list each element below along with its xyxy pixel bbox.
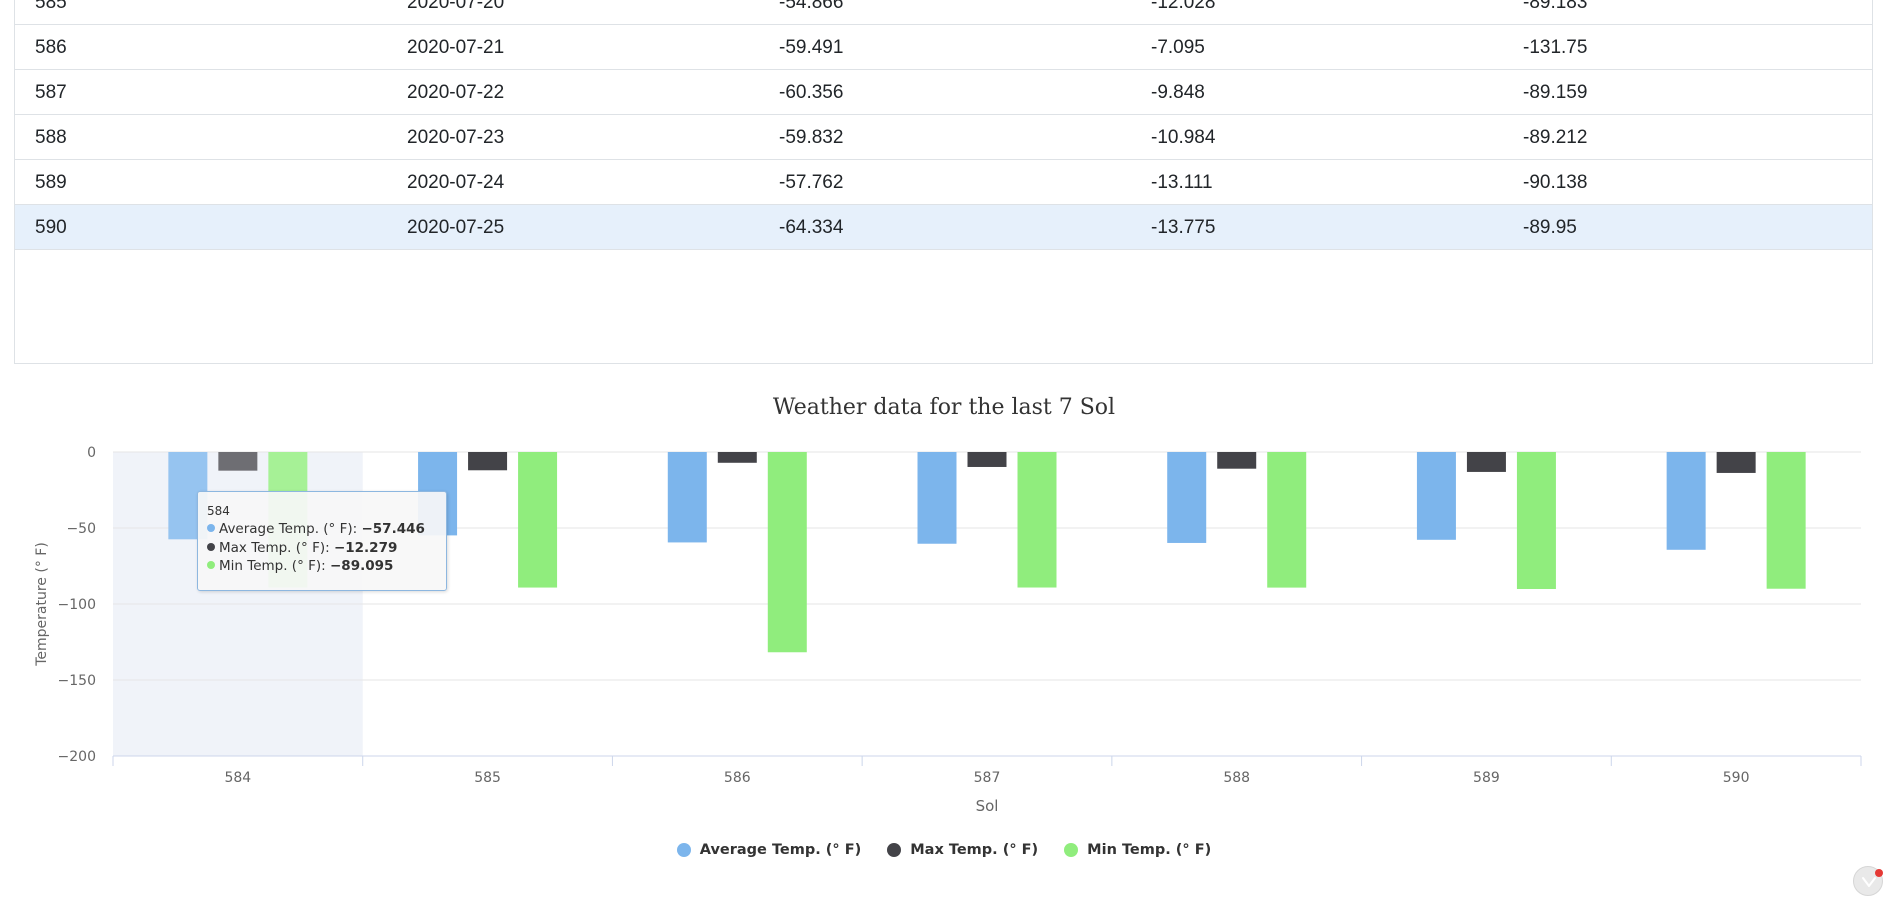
- table-cell-date: 2020-07-23: [407, 127, 505, 148]
- y-tick-label: −150: [58, 673, 96, 689]
- table-cell-min: -89.159: [1523, 82, 1588, 103]
- notification-badge: [1875, 869, 1883, 877]
- table-cell-avg: -54.866: [779, 0, 844, 13]
- table-cell-max: -9.848: [1151, 82, 1205, 103]
- table-cell-avg: -57.762: [779, 172, 844, 193]
- bar-min: [1267, 452, 1307, 588]
- bar-max: [717, 452, 757, 463]
- tooltip-value-max: −12.279: [333, 539, 398, 556]
- table-cell-min: -131.75: [1523, 37, 1588, 58]
- tooltip-dot-average: [207, 524, 215, 532]
- table-cell-avg: -59.832: [779, 127, 844, 148]
- tooltip-line-min: Min Temp. (° F): −89.095: [207, 557, 437, 576]
- bar-average: [1666, 452, 1706, 550]
- bar-max: [468, 452, 508, 471]
- tooltip-label-max: Max Temp. (° F):: [219, 539, 334, 556]
- table-row[interactable]: 585 2020-07-20 -54.866 -12.028 -89.183: [15, 0, 1872, 25]
- table-row[interactable]: 589 2020-07-24 -57.762 -13.111 -90.138: [15, 160, 1872, 205]
- table-row[interactable]: 586 2020-07-21 -59.491 -7.095 -131.75: [15, 25, 1872, 70]
- bar-max: [1716, 452, 1756, 473]
- bar-average: [667, 452, 707, 543]
- bar-min: [767, 452, 807, 653]
- table-cell-avg: -64.334: [779, 217, 844, 238]
- chart-svg: 0 −50 −100 −150 −200 584 585 586 587 588 589 590 Wea…: [34, 395, 1862, 815]
- table-cell-sol: 590: [35, 217, 67, 238]
- bar-min: [518, 452, 558, 588]
- legend-label-max: Max Temp. (° F): [910, 842, 1039, 858]
- x-tick-label: 590: [1723, 770, 1750, 786]
- weather-table: 585 2020-07-20 -54.866 -12.028 -89.183 586 202…: [14, 0, 1873, 364]
- table-cell-min: -89.183: [1523, 0, 1588, 13]
- table-row[interactable]: 587 2020-07-22 -60.356 -9.848 -89.159: [15, 70, 1872, 115]
- table-cell-avg: -59.491: [779, 37, 844, 58]
- table-cell-min: -89.212: [1523, 127, 1588, 148]
- x-tick-label: 587: [974, 770, 1001, 786]
- table-cell-min: -89.95: [1523, 217, 1577, 238]
- legend-label-average: Average Temp. (° F): [699, 842, 862, 858]
- y-tick-label: −100: [58, 597, 96, 613]
- table-row[interactable]: 588 2020-07-23 -59.832 -10.984 -89.212: [15, 115, 1872, 160]
- bar-average: [917, 452, 957, 544]
- tooltip-line-max: Max Temp. (° F): −12.279: [207, 539, 437, 558]
- legend-dot-max: [887, 843, 902, 857]
- bar-max: [1217, 452, 1257, 469]
- y-tick-label: −200: [58, 749, 96, 765]
- table-row[interactable]: 590 2020-07-25 -64.334 -13.775 -89.95: [15, 205, 1872, 250]
- chart-tooltip: 584 Average Temp. (° F): −57.446 Max Tem…: [197, 491, 447, 591]
- chart-title: Weather data for the last 7 Sol: [773, 395, 1115, 420]
- y-axis-title: Temperature (° F): [34, 542, 50, 667]
- floating-toggle-button[interactable]: [1853, 866, 1883, 896]
- chart-legend: Average Temp. (° F) Max Temp. (° F) Min …: [0, 838, 1888, 862]
- table-cell-max: -13.111: [1151, 172, 1213, 193]
- x-tick-label: 584: [224, 770, 251, 786]
- table-cell-date: 2020-07-24: [407, 172, 505, 193]
- tooltip-label-min: Min Temp. (° F):: [219, 558, 330, 574]
- x-tick-label: 585: [474, 770, 501, 786]
- bar-min: [1766, 452, 1806, 589]
- legend-dot-average: [676, 843, 691, 857]
- table-cell-avg: -60.356: [779, 82, 844, 103]
- legend-item-min[interactable]: Min Temp. (° F): [1064, 842, 1211, 858]
- bar-max: [1466, 452, 1506, 472]
- table-cell-date: 2020-07-22: [407, 82, 505, 103]
- legend-item-average[interactable]: Average Temp. (° F): [676, 842, 862, 858]
- tooltip-line-average: Average Temp. (° F): −57.446: [207, 520, 437, 539]
- table-cell-max: -7.095: [1151, 37, 1205, 58]
- table-cell-sol: 587: [35, 82, 67, 103]
- x-tick-label: 586: [724, 770, 751, 786]
- tooltip-value-min: −89.095: [330, 558, 394, 574]
- tooltip-header: 584: [207, 504, 230, 518]
- legend-dot-min: [1064, 843, 1079, 857]
- y-tick-label: 0: [87, 445, 96, 461]
- x-tick-label: 588: [1223, 770, 1250, 786]
- legend-label-min: Min Temp. (° F): [1087, 842, 1212, 858]
- bar-average: [1167, 452, 1207, 543]
- table-cell-date: 2020-07-20: [407, 0, 505, 13]
- x-axis-title: Sol: [976, 797, 999, 815]
- x-tick-label: 589: [1473, 770, 1500, 786]
- table-cell-sol: 586: [35, 37, 67, 58]
- weather-chart: 0 −50 −100 −150 −200 584 585 586 587 588 589 590 Wea…: [0, 364, 1888, 904]
- table-cell-min: -90.138: [1523, 172, 1588, 193]
- table-cell-sol: 588: [35, 127, 67, 148]
- table-cell-sol: 589: [35, 172, 67, 193]
- tooltip-dot-min: [207, 561, 215, 569]
- table-cell-sol: 585: [35, 0, 67, 13]
- tooltip-dot-max: [207, 542, 215, 551]
- bar-average: [1416, 452, 1456, 540]
- table-cell-date: 2020-07-25: [407, 217, 505, 238]
- table-cell-max: -10.984: [1151, 127, 1216, 148]
- table-cell-max: -12.028: [1151, 0, 1216, 13]
- tooltip-label-average: Average Temp. (° F):: [219, 521, 362, 537]
- bar-max: [967, 452, 1007, 467]
- chevron-down-icon: [1862, 877, 1876, 887]
- table-cell-date: 2020-07-21: [407, 37, 505, 58]
- bar-min: [1516, 452, 1556, 590]
- bar-max: [218, 452, 258, 471]
- table-cell-max: -13.775: [1151, 217, 1216, 238]
- tooltip-value-average: −57.446: [361, 521, 425, 537]
- y-tick-label: −50: [66, 521, 96, 537]
- legend-item-max[interactable]: Max Temp. (° F): [887, 842, 1038, 858]
- bar-min: [1017, 452, 1057, 588]
